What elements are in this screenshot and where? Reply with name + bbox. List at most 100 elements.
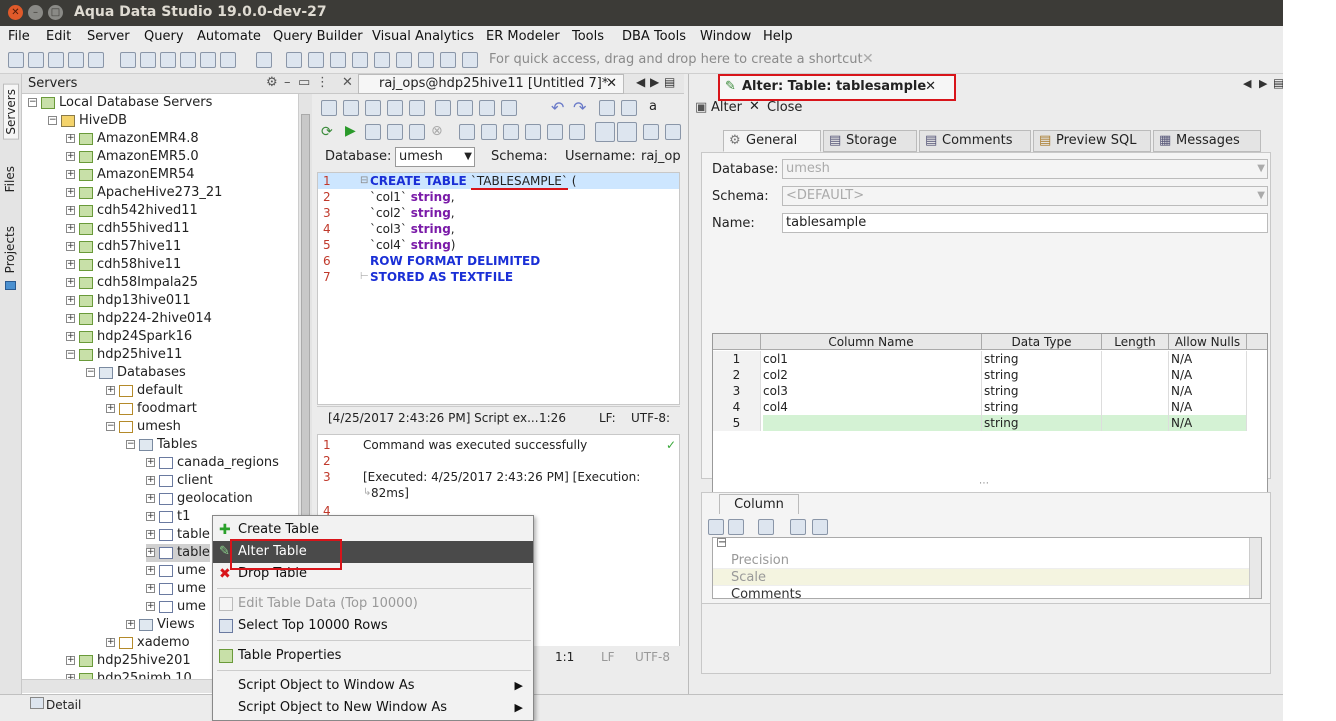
- tab-column[interactable]: Column: [719, 494, 799, 514]
- grid-header-length[interactable]: Length: [1102, 334, 1169, 350]
- server-properties-icon[interactable]: [48, 52, 64, 68]
- execute-edit-icon[interactable]: [387, 124, 403, 140]
- format-icon[interactable]: a: [649, 99, 657, 114]
- layout-7-icon[interactable]: [440, 52, 456, 68]
- maximize-window-button[interactable]: □: [48, 5, 63, 20]
- tree-node[interactable]: + client: [146, 472, 213, 490]
- database-select[interactable]: umesh ▼: [395, 147, 475, 167]
- tab-alter-table[interactable]: ✎ Alter: Table: tablesample ✕: [718, 74, 956, 101]
- expand-icon[interactable]: +: [146, 566, 155, 575]
- disconnect-icon[interactable]: [88, 52, 104, 68]
- text-results-icon[interactable]: [617, 122, 637, 142]
- tab-prev-icon[interactable]: ◀: [636, 75, 645, 89]
- find-icon[interactable]: [599, 100, 615, 116]
- explain-icon[interactable]: [409, 124, 425, 140]
- new-query-icon[interactable]: [321, 100, 337, 116]
- property-scale[interactable]: Scale: [713, 569, 1249, 586]
- layout-1-icon[interactable]: [308, 52, 324, 68]
- expand-icon[interactable]: +: [146, 494, 155, 503]
- quick-access-bar[interactable]: For quick access, drag and drop here to …: [489, 52, 863, 67]
- status-line-ending[interactable]: LF:: [599, 407, 616, 429]
- description-icon[interactable]: [758, 519, 774, 535]
- auto-commit-icon[interactable]: [525, 124, 541, 140]
- layout-3-icon[interactable]: [352, 52, 368, 68]
- cell-length[interactable]: [1104, 367, 1169, 383]
- history-icon[interactable]: [547, 124, 563, 140]
- cell-column-name[interactable]: col4: [763, 399, 982, 415]
- compare-icon[interactable]: [180, 52, 196, 68]
- expand-icon[interactable]: +: [66, 260, 75, 269]
- connect-icon[interactable]: [68, 52, 84, 68]
- tree-node[interactable]: − umesh: [106, 418, 181, 436]
- query-window-icon[interactable]: [120, 52, 136, 68]
- menu-server[interactable]: Server: [87, 29, 130, 44]
- cell-data-type[interactable]: string: [984, 367, 1102, 383]
- table-row[interactable]: 4 col4 string N/A: [713, 399, 1258, 415]
- collapse-icon[interactable]: −: [48, 116, 57, 125]
- menu-query[interactable]: Query: [144, 29, 184, 44]
- table-row[interactable]: 3 col3 string N/A: [713, 383, 1258, 399]
- close-icon[interactable]: ✕: [925, 76, 936, 98]
- execute-current-icon[interactable]: [365, 124, 381, 140]
- expand-icon[interactable]: +: [126, 620, 135, 629]
- tree-node[interactable]: + hdp25nimb 10: [66, 670, 192, 679]
- tree-node[interactable]: − Local Database Servers: [28, 94, 212, 112]
- maximize-panel-icon[interactable]: ▭: [298, 75, 310, 90]
- splitter-handle[interactable]: ⋯: [979, 478, 989, 489]
- tree-node[interactable]: + ume: [146, 562, 206, 580]
- expand-icon[interactable]: +: [66, 332, 75, 341]
- layout-2-icon[interactable]: [330, 52, 346, 68]
- execute-icon[interactable]: ⟳: [321, 124, 333, 140]
- tree-node[interactable]: + hdp25hive201: [66, 652, 191, 670]
- expand-icon[interactable]: +: [106, 638, 115, 647]
- tree-node[interactable]: − hdp25hive11: [66, 346, 182, 364]
- categorized-icon[interactable]: [708, 519, 724, 535]
- tree-node[interactable]: + AmazonEMR54: [66, 166, 195, 184]
- copy-icon[interactable]: [435, 100, 451, 116]
- register-server-icon[interactable]: [28, 52, 44, 68]
- menu-help[interactable]: Help: [763, 29, 793, 44]
- expand-icon[interactable]: +: [66, 296, 75, 305]
- layout-5-icon[interactable]: [396, 52, 412, 68]
- stop-icon[interactable]: ⊗: [431, 123, 443, 139]
- new-server-icon[interactable]: [8, 52, 24, 68]
- tree-node[interactable]: + geolocation: [146, 490, 253, 508]
- tree-node[interactable]: − Tables: [126, 436, 197, 454]
- expand-all-icon[interactable]: [790, 519, 806, 535]
- menu-item-table-properties[interactable]: Table Properties: [213, 645, 533, 667]
- menu-item-script-to-window[interactable]: Script Object to Window As ▶: [213, 675, 533, 697]
- save-all-icon[interactable]: [409, 100, 425, 116]
- print-icon[interactable]: [501, 100, 517, 116]
- tree-node[interactable]: + cdh58hive11: [66, 256, 181, 274]
- tree-node[interactable]: + ume: [146, 598, 206, 616]
- collapse-icon[interactable]: −: [106, 422, 115, 431]
- open-query-icon[interactable]: [343, 100, 359, 116]
- rollback-icon[interactable]: [503, 124, 519, 140]
- schema-browser-icon[interactable]: [160, 52, 176, 68]
- menu-dba-tools[interactable]: DBA Tools: [622, 29, 686, 44]
- expand-icon[interactable]: +: [146, 530, 155, 539]
- tree-node[interactable]: − HiveDB: [48, 112, 127, 130]
- table-row-new[interactable]: 5 string N/A: [713, 415, 1258, 431]
- menu-edit[interactable]: Edit: [46, 29, 71, 44]
- expand-icon[interactable]: +: [66, 278, 75, 287]
- table-row[interactable]: 1 col1 string N/A: [713, 351, 1258, 367]
- status-encoding[interactable]: UTF-8:: [631, 407, 670, 429]
- layout-8-icon[interactable]: [462, 52, 478, 68]
- cell-allow-nulls[interactable]: N/A: [1169, 399, 1247, 415]
- grid-header-column-name[interactable]: Column Name: [761, 334, 982, 350]
- cell-length[interactable]: [1104, 351, 1169, 367]
- tree-node[interactable]: + Views: [126, 616, 195, 634]
- query-builder-icon[interactable]: [140, 52, 156, 68]
- collapse-all-icon[interactable]: [812, 519, 828, 535]
- tab-query-window[interactable]: raj_ops@hdp25hive11 [Untitled 7]* ✕: [358, 74, 624, 94]
- expand-icon[interactable]: +: [66, 206, 75, 215]
- tab-storage[interactable]: ▤ Storage: [823, 130, 917, 152]
- tree-node[interactable]: + cdh57hive11: [66, 238, 181, 256]
- minimize-window-button[interactable]: –: [28, 5, 43, 20]
- quick-access-close-icon[interactable]: ✕: [862, 51, 874, 67]
- cell-data-type[interactable]: string: [984, 351, 1102, 367]
- cell-length[interactable]: [1104, 415, 1169, 431]
- expand-icon[interactable]: +: [106, 386, 115, 395]
- close-button[interactable]: Close: [767, 100, 802, 115]
